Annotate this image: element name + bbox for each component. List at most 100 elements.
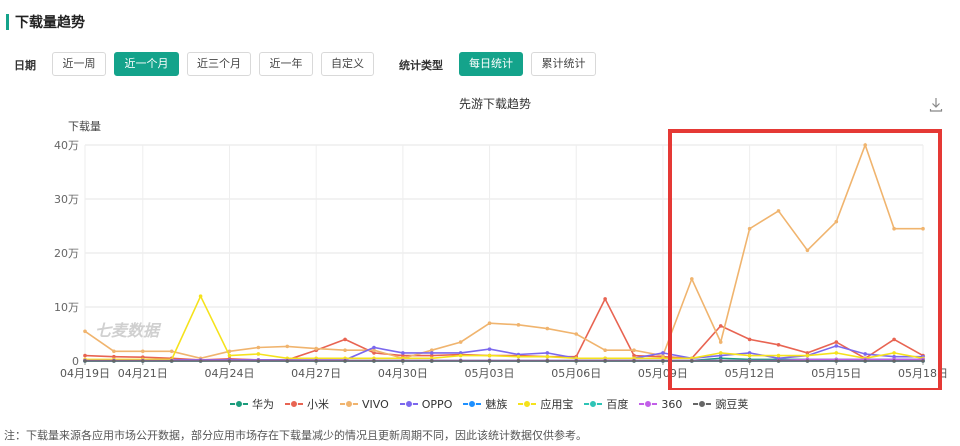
y-tick-label: 40万 — [54, 139, 79, 152]
data-point — [169, 349, 174, 354]
legend-item[interactable]: VIVO — [340, 398, 389, 411]
data-point — [198, 359, 203, 363]
y-tick-label: 30万 — [54, 193, 79, 206]
data-point — [776, 209, 781, 213]
legend-item[interactable]: 360 — [639, 398, 682, 411]
x-tick-label: 05月09日 — [638, 367, 688, 380]
data-point — [487, 359, 492, 363]
legend-item[interactable]: 百度 — [584, 396, 628, 412]
series-VIVO — [83, 142, 925, 361]
data-point — [487, 321, 492, 326]
legend-label: 百度 — [606, 398, 629, 411]
data-point — [632, 348, 636, 353]
data-point — [112, 349, 116, 354]
data-point — [718, 359, 723, 363]
x-tick-label: 04月30日 — [378, 367, 428, 380]
data-point — [834, 219, 839, 224]
y-tick-label: 20万 — [54, 247, 79, 260]
legend-swatch — [584, 399, 603, 409]
data-point — [343, 359, 347, 363]
data-point — [169, 359, 174, 363]
data-point — [83, 329, 87, 334]
data-point — [834, 340, 839, 344]
data-point — [921, 226, 925, 231]
legend-swatch — [463, 399, 482, 409]
data-point — [83, 353, 87, 358]
x-tick-label: 04月24日 — [204, 367, 254, 380]
data-point — [429, 351, 434, 355]
series-line — [84, 142, 923, 360]
legend-label: 豌豆荚 — [715, 398, 749, 411]
data-point — [574, 359, 579, 363]
data-point — [314, 346, 318, 351]
data-point — [372, 359, 376, 363]
legend-item[interactable]: 小米 — [285, 396, 329, 412]
data-point — [718, 351, 723, 355]
chart-title: 先游下载趋势 — [459, 97, 531, 111]
data-point — [863, 352, 868, 356]
title-accent-bar — [6, 14, 9, 30]
data-point — [285, 344, 290, 349]
data-point — [690, 277, 694, 281]
data-point — [314, 359, 318, 363]
data-point — [487, 347, 492, 351]
section-title: 下载量趋势 — [15, 15, 85, 31]
legend-item[interactable]: 应用宝 — [518, 396, 573, 412]
data-point — [227, 353, 232, 358]
legend-item[interactable]: 魅族 — [463, 396, 507, 412]
data-point — [343, 348, 347, 353]
data-point — [632, 359, 636, 363]
data-point — [892, 226, 896, 231]
data-point — [458, 359, 463, 363]
date-option-custom[interactable]: 自定义 — [321, 52, 374, 76]
stat-type-label: 统计类型 — [399, 59, 443, 72]
data-point — [545, 354, 550, 359]
series-line — [84, 297, 924, 361]
data-point — [112, 359, 116, 363]
data-point — [285, 359, 290, 363]
data-point — [603, 348, 607, 353]
date-option-week[interactable]: 近一周 — [52, 52, 106, 76]
data-point — [429, 359, 434, 363]
section-header: 下载量趋势 — [6, 12, 85, 32]
x-tick-label: 05月03日 — [465, 367, 515, 380]
stat-option-cumulative[interactable]: 累计统计 — [531, 52, 596, 76]
data-point — [458, 340, 463, 344]
data-point — [892, 351, 896, 355]
data-point — [805, 359, 810, 363]
legend-label: 应用宝 — [540, 398, 574, 411]
data-point — [458, 353, 463, 358]
data-point — [401, 351, 405, 355]
date-filter-label: 日期 — [14, 59, 36, 72]
legend-swatch — [230, 399, 248, 409]
legend-swatch — [399, 399, 418, 409]
date-option-year[interactable]: 近一年 — [259, 52, 313, 76]
y-tick-label: 10万 — [54, 301, 79, 314]
data-point — [140, 359, 145, 363]
data-point — [227, 359, 232, 363]
legend-label: VIVO — [362, 397, 389, 411]
date-option-three-months[interactable]: 近三个月 — [187, 52, 251, 76]
data-point — [718, 324, 723, 328]
data-point — [83, 359, 87, 363]
download-icon[interactable] — [927, 95, 945, 113]
date-option-month[interactable]: 近一个月 — [114, 52, 179, 76]
data-point — [921, 359, 925, 363]
x-tick-label: 04月19日 — [60, 367, 110, 380]
watermark: 七麦数据 — [95, 321, 162, 340]
legend-item[interactable]: OPPO — [399, 398, 452, 411]
legend-label: 华为 — [252, 398, 274, 411]
legend-swatch — [518, 399, 537, 409]
stat-option-daily[interactable]: 每日统计 — [459, 52, 523, 76]
x-tick-label: 04月21日 — [118, 367, 168, 380]
data-point — [834, 351, 839, 355]
data-point — [776, 359, 781, 363]
legend-item[interactable]: 豌豆荚 — [693, 396, 748, 412]
download-trend-chart: 先游下载趋势 下载量 010万20万30万40万 04月19日 04月21日 04月… — [54, 95, 948, 390]
legend-swatch — [340, 399, 358, 409]
legend-swatch — [285, 399, 303, 409]
data-point — [834, 359, 839, 363]
data-point — [805, 248, 810, 253]
legend-item[interactable]: 华为 — [230, 396, 274, 412]
data-point — [661, 351, 665, 355]
